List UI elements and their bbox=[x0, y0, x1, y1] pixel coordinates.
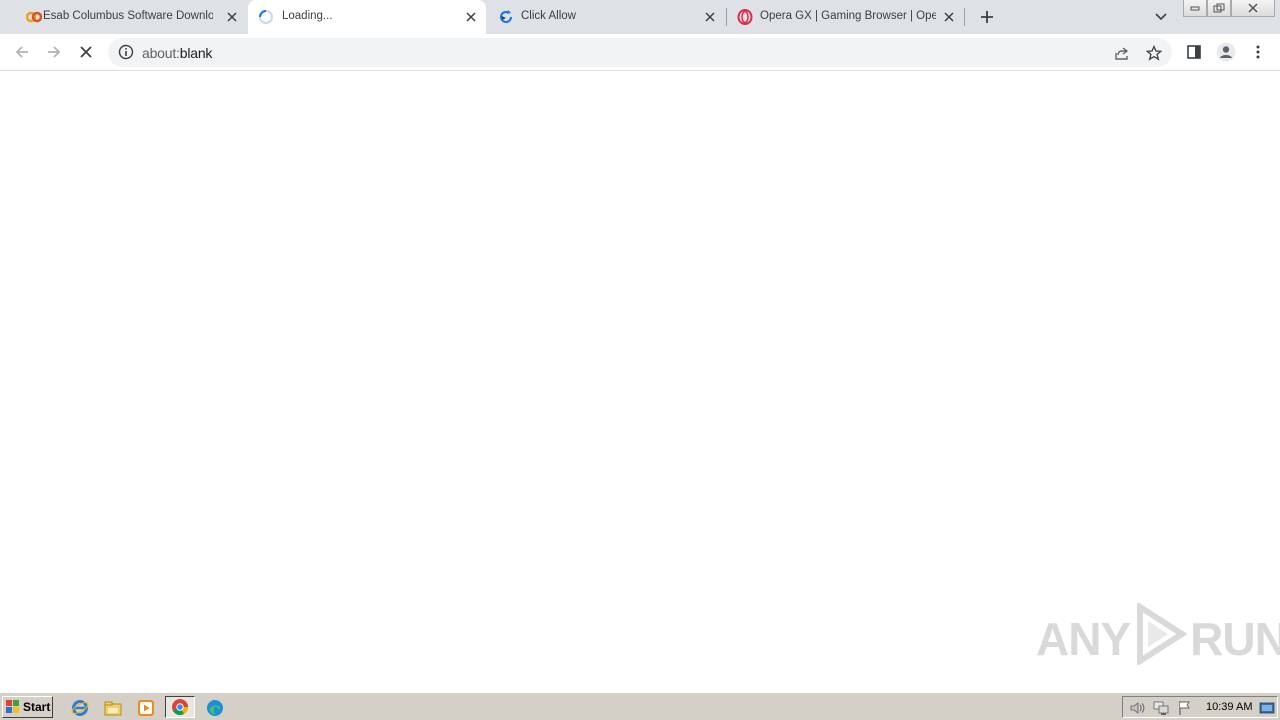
start-label: Start bbox=[23, 700, 51, 714]
tab-esab[interactable]: Esab Columbus Software Download F bbox=[8, 0, 246, 34]
url-text[interactable]: about:blank bbox=[142, 45, 212, 61]
tab-title: Opera GX | Gaming Browser | Opera bbox=[760, 10, 936, 22]
tab-opera-gx[interactable]: Opera GX | Gaming Browser | Opera bbox=[727, 0, 965, 34]
network-icon[interactable] bbox=[1153, 700, 1169, 716]
close-tab-icon[interactable] bbox=[463, 9, 479, 25]
browser-toolbar: about:blank bbox=[0, 34, 1280, 71]
edge-icon[interactable] bbox=[204, 697, 226, 719]
opera-favicon-icon bbox=[737, 9, 753, 25]
tab-strip: Esab Columbus Software Download F Loadin… bbox=[0, 0, 1280, 34]
media-player-icon[interactable] bbox=[135, 697, 157, 719]
new-tab-button[interactable] bbox=[976, 6, 998, 28]
show-desktop-icon[interactable] bbox=[1259, 700, 1275, 716]
profile-avatar-button[interactable] bbox=[1213, 39, 1239, 65]
tab-title: Esab Columbus Software Download F bbox=[43, 10, 213, 22]
file-explorer-icon[interactable] bbox=[102, 697, 124, 719]
anyrun-watermark: ANY RUN bbox=[1036, 601, 1280, 672]
back-button[interactable] bbox=[9, 39, 35, 65]
tab-search-button[interactable] bbox=[1151, 7, 1171, 27]
tab-title: Click Allow bbox=[521, 10, 576, 22]
windows-taskbar: Start 10:39 AM bbox=[0, 692, 1280, 720]
url-path: blank bbox=[179, 45, 213, 61]
tab-separator bbox=[964, 8, 965, 26]
watermark-right-text: RUN bbox=[1190, 613, 1280, 665]
url-scheme: about: bbox=[142, 45, 180, 61]
stop-loading-button[interactable] bbox=[73, 39, 99, 65]
close-window-button[interactable] bbox=[1231, 0, 1275, 17]
close-tab-icon[interactable] bbox=[702, 9, 718, 25]
address-bar[interactable]: about:blank bbox=[108, 38, 1172, 67]
bookmark-star-icon[interactable] bbox=[1143, 42, 1165, 64]
action-center-flag-icon[interactable] bbox=[1177, 700, 1193, 716]
tab-click-allow[interactable]: Click Allow bbox=[488, 0, 726, 34]
watermark-left-text: ANY bbox=[1036, 613, 1131, 665]
minimize-button[interactable] bbox=[1183, 0, 1207, 17]
forward-button[interactable] bbox=[41, 39, 67, 65]
tab-loading[interactable]: Loading... bbox=[248, 0, 486, 34]
menu-kebab-icon[interactable] bbox=[1245, 39, 1271, 65]
restore-button[interactable] bbox=[1207, 0, 1231, 17]
side-panel-button[interactable] bbox=[1181, 39, 1207, 65]
play-logo-icon bbox=[1132, 601, 1188, 676]
windows-logo-icon bbox=[6, 700, 20, 714]
site-info-icon[interactable] bbox=[118, 44, 134, 60]
system-tray: 10:39 AM bbox=[1122, 696, 1278, 718]
page-content bbox=[0, 72, 1280, 692]
loading-spinner-icon bbox=[258, 9, 274, 25]
close-tab-icon[interactable] bbox=[941, 9, 957, 25]
share-icon[interactable] bbox=[1111, 42, 1133, 64]
taskbar-clock[interactable]: 10:39 AM bbox=[1206, 701, 1252, 713]
refresh-favicon-icon bbox=[498, 9, 514, 25]
esab-favicon-icon bbox=[25, 9, 43, 25]
tab-title: Loading... bbox=[282, 10, 333, 22]
start-button[interactable]: Start bbox=[2, 696, 53, 718]
window-controls bbox=[1183, 0, 1275, 18]
volume-icon[interactable] bbox=[1129, 700, 1145, 716]
close-tab-icon[interactable] bbox=[224, 9, 240, 25]
internet-explorer-icon[interactable] bbox=[69, 697, 91, 719]
chrome-icon[interactable] bbox=[165, 696, 195, 718]
